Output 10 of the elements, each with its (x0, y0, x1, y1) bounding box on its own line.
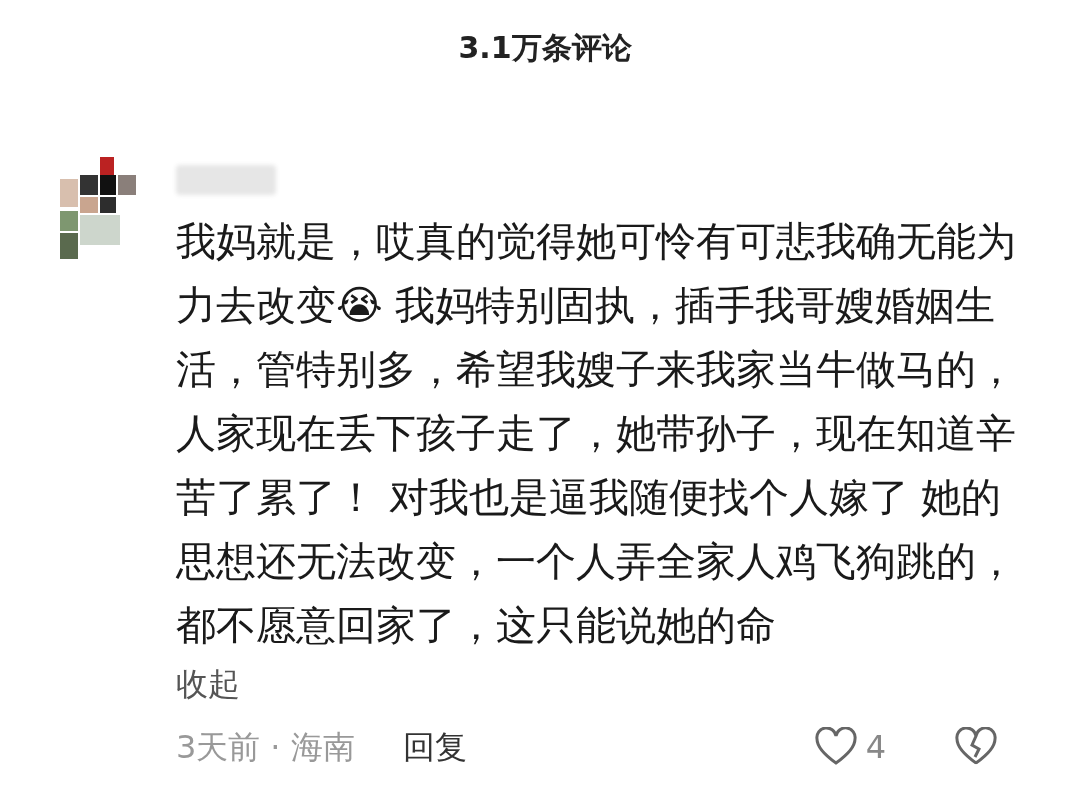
comment-location: 海南 (290, 727, 355, 767)
collapse-link[interactable]: 收起 (176, 663, 240, 707)
like-count: 4 (865, 727, 886, 767)
separator-dot: · (270, 727, 281, 767)
reply-link[interactable]: 回复 (402, 727, 467, 767)
comment-text: 我妈就是，哎真的觉得她可怜有可悲我确无能为力去改变😭 我妈特别固执，插手我哥嫂婚姻生活，管特别多，希望我嫂子来我家当牛做马的，人家现在丢下孩子走了，她带孙子，现在知道辛苦了累了！ 对我也是逼我随便找个人嫁了 她的思想还无法改变，一个人弄全家人鸡飞狗跳的，都不愿意回家了，这只能说她的命 (176, 217, 1017, 650)
comment-time: 3天前 (176, 727, 261, 767)
broken-heart-icon[interactable] (954, 727, 998, 767)
comment-count-title: 3.1万条评论 (458, 29, 632, 67)
heart-icon[interactable] (813, 727, 858, 767)
